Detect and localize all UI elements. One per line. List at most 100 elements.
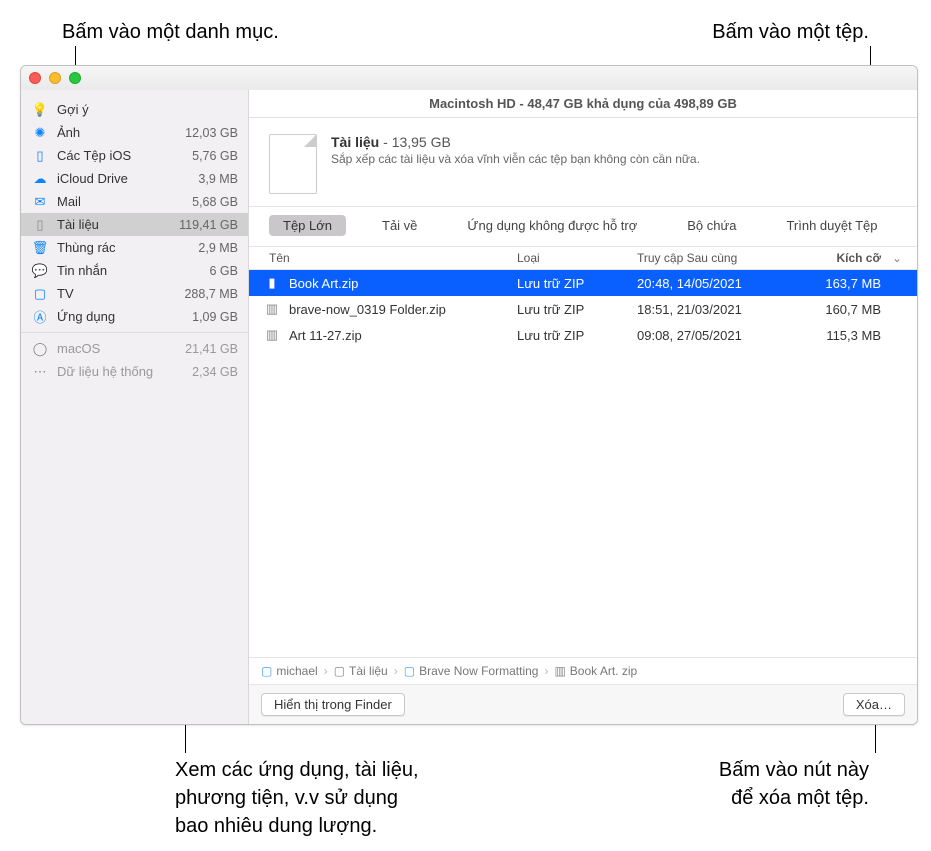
folder-icon: ▢	[261, 664, 272, 678]
documents-icon	[269, 134, 317, 194]
chevron-right-icon: ›	[394, 664, 398, 678]
bottom-bar: Hiển thị trong Finder Xóa…	[249, 684, 917, 724]
file-icon: ▮	[263, 275, 281, 291]
col-size[interactable]: Kích cỡ	[797, 251, 887, 265]
file-name: brave-now_0319 Folder.zip	[289, 302, 517, 317]
app-icon: Ⓐ	[31, 307, 49, 326]
callout-top-left: Bấm vào một danh mục.	[62, 18, 279, 46]
path-segment[interactable]: ▢ michael	[261, 664, 318, 678]
sidebar-item-label: Ảnh	[57, 125, 185, 140]
sidebar-item-label: Các Tệp iOS	[57, 148, 192, 163]
sidebar-item-size: 119,41 GB	[179, 218, 238, 232]
sidebar-item-size: 2,9 MB	[198, 241, 238, 255]
bubble-icon: 💬	[31, 263, 49, 279]
table-row[interactable]: ▮ Book Art.zip Lưu trữ ZIP 20:48, 14/05/…	[249, 270, 917, 296]
sidebar-item-label: Tin nhắn	[57, 263, 210, 278]
dots-icon: ⋯	[31, 364, 49, 380]
path-label: michael	[276, 664, 317, 678]
sidebar-item-size: 21,41 GB	[185, 342, 238, 356]
sidebar-item-trash[interactable]: 🗑 Thùng rác 2,9 MB	[21, 236, 248, 259]
show-in-finder-button[interactable]: Hiển thị trong Finder	[261, 693, 405, 716]
tab-downloads[interactable]: Tải về	[368, 215, 431, 236]
tab-large-files[interactable]: Tệp Lớn	[269, 215, 346, 236]
file-date: 09:08, 27/05/2021	[637, 328, 797, 343]
chevron-down-icon[interactable]: ⌄	[887, 251, 907, 265]
col-date[interactable]: Truy cập Sau cùng	[637, 251, 797, 265]
file-type: Lưu trữ ZIP	[517, 328, 637, 343]
sidebar-item-ios-files[interactable]: ▯ Các Tệp iOS 5,76 GB	[21, 144, 248, 167]
sidebar-item-label: Ứng dụng	[57, 309, 192, 324]
file-date: 18:51, 21/03/2021	[637, 302, 797, 317]
file-size: 163,7 MB	[797, 276, 887, 291]
trash-icon: 🗑	[31, 240, 49, 256]
sidebar-item-size: 5,68 GB	[192, 195, 238, 209]
file-size: 160,7 MB	[797, 302, 887, 317]
close-icon[interactable]	[29, 72, 41, 84]
sidebar-item-macos: ◯ macOS 21,41 GB	[21, 337, 248, 360]
file-type: Lưu trữ ZIP	[517, 276, 637, 291]
callout-bottom-right: Bấm vào nút này để xóa một tệp.	[719, 756, 869, 812]
window-title: Macintosh HD - 48,47 GB khả dụng của 498…	[249, 90, 917, 118]
sidebar-item-tv[interactable]: ▢ TV 288,7 MB	[21, 282, 248, 305]
path-segment[interactable]: ▥ Book Art. zip	[554, 664, 637, 678]
tab-file-browser[interactable]: Trình duyệt Tệp	[772, 215, 891, 236]
zip-icon: ▥	[554, 664, 565, 678]
file-size: 115,3 MB	[797, 328, 887, 343]
sidebar-item-size: 6 GB	[210, 264, 239, 278]
path-segment[interactable]: ▢ Tài liệu	[334, 664, 388, 678]
tab-containers[interactable]: Bộ chứa	[673, 215, 750, 236]
lightbulb-icon: 💡	[31, 102, 49, 118]
path-bar: ▢ michael › ▢ Tài liệu › ▢ Brave Now For…	[249, 657, 917, 684]
folder-icon: ▢	[334, 664, 345, 678]
detail-subtitle: Sắp xếp các tài liệu và xóa vĩnh viễn cá…	[331, 152, 897, 166]
sidebar-item-label: Mail	[57, 194, 192, 209]
callout-top-right: Bấm vào một tệp.	[712, 18, 869, 46]
path-label: Tài liệu	[349, 664, 388, 678]
path-label: Book Art. zip	[570, 664, 637, 678]
sidebar-item-documents[interactable]: ▯ Tài liệu 119,41 GB	[21, 213, 248, 236]
sidebar-item-label: Dữ liệu hệ thống	[57, 364, 192, 379]
sidebar-item-label: Thùng rác	[57, 240, 198, 255]
folder-icon: ▢	[404, 664, 415, 678]
sidebar-item-size: 5,76 GB	[192, 149, 238, 163]
table-row[interactable]: ▥ brave-now_0319 Folder.zip Lưu trữ ZIP …	[249, 296, 917, 322]
callout-bottom-left: Xem các ứng dụng, tài liệu, phương tiện,…	[175, 756, 419, 840]
col-name[interactable]: Tên	[259, 251, 517, 265]
phone-icon: ▯	[31, 148, 49, 164]
sidebar-item-size: 288,7 MB	[184, 287, 238, 301]
file-type: Lưu trữ ZIP	[517, 302, 637, 317]
sidebar-item-size: 12,03 GB	[185, 126, 238, 140]
chevron-right-icon: ›	[324, 664, 328, 678]
sidebar-item-mail[interactable]: ✉ Mail 5,68 GB	[21, 190, 248, 213]
file-date: 20:48, 14/05/2021	[637, 276, 797, 291]
col-type[interactable]: Loại	[517, 251, 637, 265]
minimize-icon[interactable]	[49, 72, 61, 84]
table-row[interactable]: ▥ Art 11-27.zip Lưu trữ ZIP 09:08, 27/05…	[249, 322, 917, 348]
zoom-icon[interactable]	[69, 72, 81, 84]
delete-button[interactable]: Xóa…	[843, 693, 905, 716]
table-header: Tên Loại Truy cập Sau cùng Kích cỡ ⌄	[249, 247, 917, 270]
file-name: Art 11-27.zip	[289, 328, 517, 343]
sidebar-item-apps[interactable]: Ⓐ Ứng dụng 1,09 GB	[21, 305, 248, 328]
sidebar-item-messages[interactable]: 💬 Tin nhắn 6 GB	[21, 259, 248, 282]
sidebar-item-label: Tài liệu	[57, 217, 179, 232]
cloud-icon: ☁	[31, 171, 49, 187]
sidebar-item-label: Gợi ý	[57, 102, 238, 117]
titlebar	[21, 66, 917, 90]
file-name: Book Art.zip	[289, 276, 517, 291]
tv-icon: ▢	[31, 286, 49, 302]
sidebar-item-label: TV	[57, 286, 184, 301]
tab-unsupported-apps[interactable]: Ứng dụng không được hỗ trợ	[453, 215, 651, 236]
sidebar-item-icloud[interactable]: ☁ iCloud Drive 3,9 MB	[21, 167, 248, 190]
zip-icon: ▥	[263, 301, 281, 317]
sidebar-item-label: macOS	[57, 341, 185, 356]
file-list: ▮ Book Art.zip Lưu trữ ZIP 20:48, 14/05/…	[249, 270, 917, 657]
circle-icon: ◯	[31, 341, 49, 357]
sidebar-item-suggestions[interactable]: 💡 Gợi ý	[21, 98, 248, 121]
envelope-icon: ✉	[31, 194, 49, 210]
detail-title-text: Tài liệu	[331, 134, 379, 150]
sidebar-item-photos[interactable]: ✺ Ảnh 12,03 GB	[21, 121, 248, 144]
detail-header: Tài liệu - 13,95 GB Sắp xếp các tài liệu…	[249, 118, 917, 207]
path-segment[interactable]: ▢ Brave Now Formatting	[404, 664, 539, 678]
chevron-right-icon: ›	[544, 664, 548, 678]
